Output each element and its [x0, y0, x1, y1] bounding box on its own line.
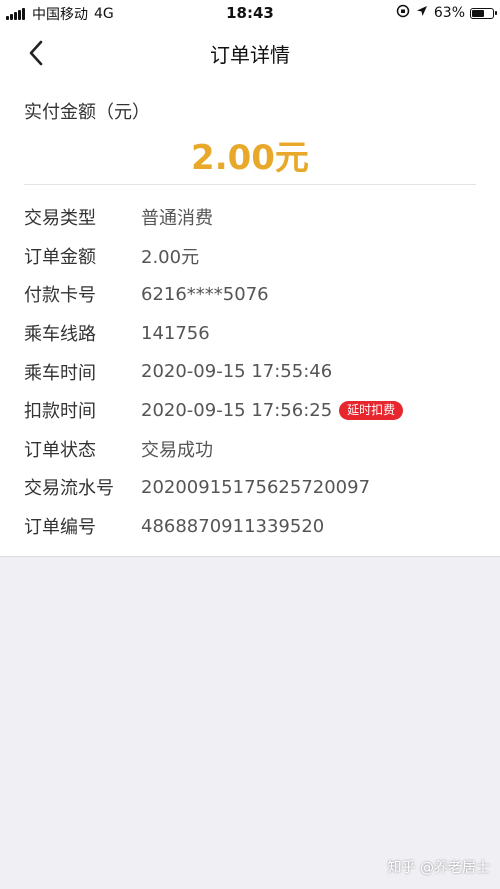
detail-value: 6216****5076 — [141, 283, 269, 305]
divider — [24, 184, 476, 185]
detail-row-order-status: 订单状态 交易成功 — [24, 430, 484, 469]
detail-value: 2020-09-15 17:56:25 — [141, 399, 333, 421]
battery-percent: 63% — [433, 5, 465, 21]
delayed-charge-badge: 延时扣费 — [339, 400, 404, 420]
detail-row-deduction-time: 扣款时间 2020-09-15 17:56:25 延时扣费 — [24, 391, 484, 430]
detail-row-transaction-type: 交易类型 普通消费 — [24, 198, 484, 237]
battery-fill — [472, 9, 484, 17]
detail-value: 4868870911339520 — [141, 515, 325, 537]
detail-value: 2020-09-15 17:55:46 — [141, 361, 333, 383]
detail-value: 2.00元 — [141, 246, 200, 268]
detail-value: 20200915175625720097 — [141, 476, 371, 498]
detail-value: 141756 — [141, 322, 210, 344]
amount-value: 2.00元 — [191, 138, 309, 178]
page-title: 订单详情 — [210, 43, 290, 67]
status-bar: 中国移动 4G 18:43 63% — [0, 0, 500, 26]
detail-label: 扣款时间 — [24, 401, 96, 423]
battery-icon — [470, 7, 497, 19]
detail-label: 乘车线路 — [24, 324, 96, 346]
detail-value: 交易成功 — [141, 439, 213, 461]
detail-label: 付款卡号 — [24, 285, 96, 307]
detail-row-card-number: 付款卡号 6216****5076 — [24, 275, 484, 314]
detail-label: 订单状态 — [24, 439, 96, 461]
rotation-lock-icon — [396, 4, 410, 22]
nav-bar: 订单详情 — [0, 26, 500, 78]
amount-label: 实付金额（元） — [24, 102, 150, 123]
detail-label: 交易类型 — [24, 208, 96, 230]
detail-list: 交易类型 普通消费 订单金额 2.00元 付款卡号 6216****5076 乘… — [24, 198, 484, 545]
detail-value: 普通消费 — [141, 208, 213, 230]
status-right: 63% — [396, 4, 497, 22]
order-detail-card: 实付金额（元） 2.00元 交易类型 普通消费 订单金额 2.00元 付款卡号 … — [0, 78, 500, 557]
detail-row-order-number: 订单编号 4868870911339520 — [24, 507, 484, 546]
watermark: 知乎 @养老居士 — [387, 860, 490, 876]
detail-label: 交易流水号 — [24, 478, 114, 500]
location-arrow-icon — [416, 5, 428, 21]
detail-row-bus-route: 乘车线路 141756 — [24, 314, 484, 353]
detail-row-ride-time: 乘车时间 2020-09-15 17:55:46 — [24, 352, 484, 391]
detail-row-order-amount: 订单金额 2.00元 — [24, 237, 484, 276]
detail-row-serial-number: 交易流水号 20200915175625720097 — [24, 468, 484, 507]
detail-label: 订单金额 — [24, 246, 96, 268]
detail-label: 乘车时间 — [24, 362, 96, 384]
detail-label: 订单编号 — [24, 517, 96, 539]
